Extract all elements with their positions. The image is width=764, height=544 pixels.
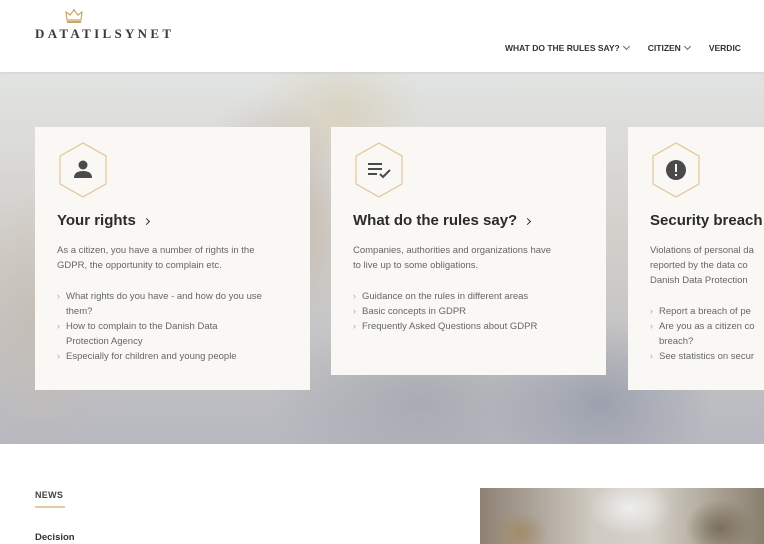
list-item[interactable]: Frequently Asked Questions about GDPR [353, 319, 593, 334]
news-underline [35, 506, 65, 508]
card-title-link[interactable]: Security breach [650, 212, 764, 229]
chevron-down-icon [622, 42, 630, 51]
card-description: Companies, authorities and organizations… [353, 245, 552, 271]
card-link-list: Guidance on the rules in different areas… [353, 289, 584, 334]
main-nav: WHAT DO THE RULES SAY? CITIZEN VERDIC [505, 42, 760, 53]
datatilsynet-logo[interactable]: DATATILSYNET [35, 8, 175, 44]
chevron-right-icon [524, 217, 532, 225]
list-item[interactable]: Report a breach of pe [650, 304, 764, 319]
card-link-list: What rights do you have - and how do you… [57, 289, 288, 364]
nav-item-verdicts[interactable]: VERDIC [709, 43, 741, 53]
news-category: Decision [35, 532, 75, 543]
person-icon [59, 142, 107, 198]
nav-item-rules[interactable]: WHAT DO THE RULES SAY? [505, 42, 630, 53]
list-check-icon [355, 142, 403, 198]
card-link-list: Report a breach of pe Are you as a citiz… [650, 304, 764, 364]
card-security-breach: Security breach Violations of personal d… [628, 127, 764, 390]
list-item[interactable]: Especially for children and young people [57, 349, 297, 364]
list-item[interactable]: Guidance on the rules in different areas [353, 289, 593, 304]
card-your-rights: Your rights As a citizen, you have a num… [35, 127, 310, 390]
chevron-down-icon [683, 42, 691, 51]
logo-wordmark: DATATILSYNET [35, 26, 175, 41]
card-rules: What do the rules say? Companies, author… [331, 127, 606, 375]
card-title-link[interactable]: What do the rules say? [353, 212, 584, 229]
nav-item-citizen[interactable]: CITIZEN [648, 42, 691, 53]
news-image[interactable] [480, 488, 764, 544]
list-item[interactable]: What rights do you have - and how do you… [57, 289, 297, 319]
card-description: As a citizen, you have a number of right… [57, 245, 255, 271]
list-item[interactable]: How to complain to the Danish DataProtec… [57, 319, 297, 349]
page: DATATILSYNET WHAT DO THE RULES SAY? CITI… [0, 0, 764, 544]
alert-icon [652, 142, 700, 198]
news-heading: NEWS [35, 490, 64, 500]
card-description: Violations of personal da reported by th… [650, 245, 754, 286]
crown-icon [65, 9, 83, 23]
list-item[interactable]: See statistics on secur [650, 349, 764, 364]
list-item[interactable]: Are you as a citizen cobreach? [650, 319, 764, 349]
chevron-right-icon [142, 217, 150, 225]
list-item[interactable]: Basic concepts in GDPR [353, 304, 593, 319]
card-title-link[interactable]: Your rights [57, 212, 288, 229]
hero-section: Your rights As a citizen, you have a num… [0, 72, 764, 444]
site-header: DATATILSYNET WHAT DO THE RULES SAY? CITI… [0, 0, 764, 72]
